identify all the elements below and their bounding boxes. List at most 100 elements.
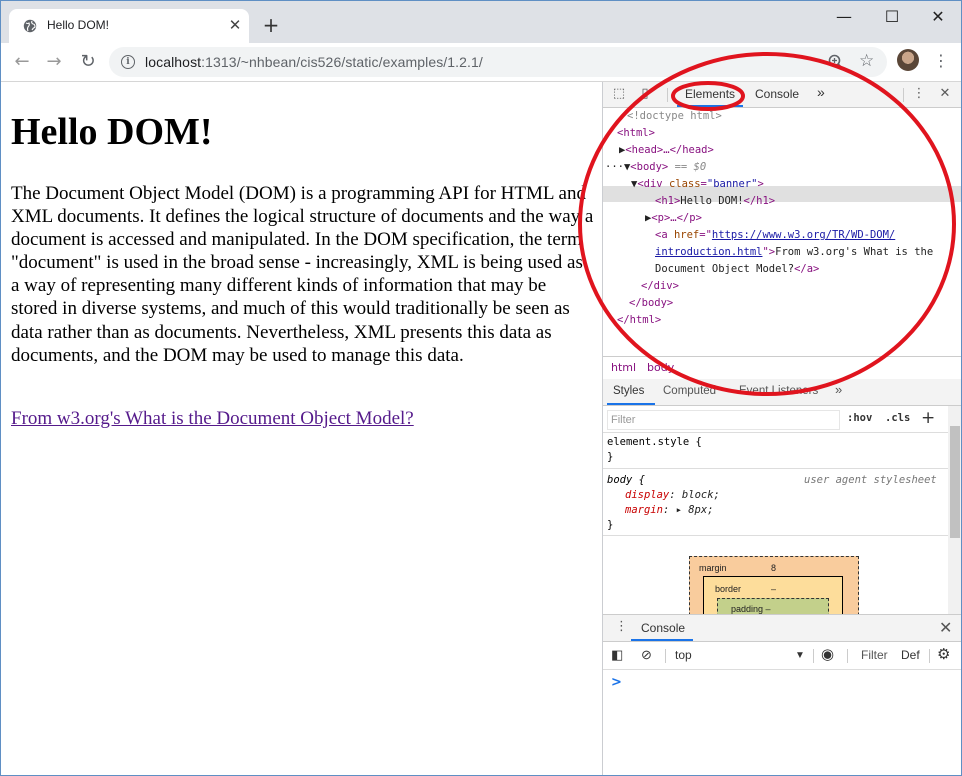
- maximize-icon[interactable]: ☐: [869, 7, 915, 27]
- a-close-tag: </a>: [794, 263, 820, 275]
- tab-close-icon[interactable]: ✕: [227, 17, 243, 33]
- eye-icon[interactable]: ◉: [821, 645, 834, 663]
- styles-filter-input[interactable]: Filter: [607, 410, 840, 430]
- breadcrumb-body[interactable]: body: [647, 361, 674, 374]
- bookmark-star-icon[interactable]: ☆: [859, 51, 874, 71]
- divider: [929, 649, 930, 663]
- title-bar: Hello DOM! ✕ + — ☐ ✕: [1, 1, 961, 43]
- tab-styles[interactable]: Styles: [613, 385, 644, 397]
- close-window-icon[interactable]: ✕: [915, 7, 961, 27]
- ua-stylesheet-label: user agent stylesheet: [804, 474, 937, 486]
- reload-icon[interactable]: ↻: [77, 51, 99, 73]
- body-open-tag: <body>: [630, 161, 669, 173]
- active-drawer-tab-indicator: [631, 639, 693, 641]
- styles-scrollbar-thumb[interactable]: [950, 426, 960, 538]
- url-host: localhost: [145, 54, 202, 70]
- dom-a[interactable]: <a href="https://www.w3.org/TR/WD-DOM/: [655, 227, 895, 244]
- ellipsis-icon[interactable]: ···: [605, 161, 624, 173]
- chevron-down-icon[interactable]: ▼: [795, 650, 805, 661]
- drawer-menu-icon[interactable]: ⋮: [615, 620, 628, 633]
- margin-label: margin: [699, 563, 727, 573]
- clear-console-icon[interactable]: ⊘: [641, 647, 652, 663]
- style-prop-display[interactable]: display: block;: [625, 488, 720, 503]
- tab-computed[interactable]: Computed: [663, 385, 716, 397]
- drawer-close-icon[interactable]: ✕: [939, 618, 952, 637]
- element-style-rule[interactable]: element.style {: [607, 435, 702, 450]
- prop-name: margin: [625, 504, 663, 516]
- dom-head[interactable]: ▶<head>…</head>: [619, 142, 714, 159]
- active-tab-indicator: [677, 105, 743, 107]
- w3-link[interactable]: From w3.org's What is the Document Objec…: [11, 408, 414, 430]
- new-rule-icon[interactable]: +: [921, 408, 935, 428]
- devtools-menu-icon[interactable]: ⋮: [911, 86, 927, 102]
- a-href-link[interactable]: https://www.w3.org/TR/WD-DOM/: [712, 229, 895, 241]
- console-filter-input[interactable]: Filter: [861, 648, 888, 662]
- dom-html[interactable]: <html>: [617, 125, 655, 142]
- globe-icon: [23, 19, 37, 33]
- drawer-tab-console[interactable]: Console: [641, 621, 685, 635]
- margin-value[interactable]: 8: [771, 563, 776, 573]
- forward-arrow-icon[interactable]: →: [43, 51, 65, 73]
- dom-p[interactable]: ▶<p>…</p>: [645, 210, 702, 227]
- url-text[interactable]: localhost:1313/~nhbean/cis526/static/exa…: [145, 54, 483, 70]
- html-close-tag: </html>: [617, 314, 662, 326]
- dom-a-text[interactable]: Document Object Model?</a>: [655, 261, 819, 278]
- tab-event-listeners[interactable]: Event Listeners: [739, 385, 818, 397]
- tab-console[interactable]: Console: [755, 87, 799, 101]
- cls-toggle[interactable]: .cls: [885, 412, 910, 424]
- console-prompt[interactable]: >: [611, 675, 622, 690]
- tab-elements[interactable]: Elements: [685, 87, 735, 101]
- avatar[interactable]: [897, 49, 919, 71]
- console-drawer: ⋮ Console ✕ ◧ ⊘ top ▼ ◉ Filter Def ⚙ >: [603, 614, 961, 775]
- prop-value: 8px;: [688, 504, 714, 516]
- dom-body[interactable]: ···▼<body> == $0: [605, 159, 706, 176]
- devtools-panel: ⬚ ▯ Elements Console » ⋮ ✕ <!doctype htm…: [602, 82, 961, 775]
- minimize-icon[interactable]: —: [821, 7, 867, 27]
- border-label: border: [715, 584, 742, 594]
- back-arrow-icon[interactable]: ←: [11, 51, 33, 73]
- div-close-tag: </div>: [641, 280, 679, 292]
- prop-name: display: [625, 489, 670, 501]
- dom-tree: <!doctype html> <html> ▶<head>…</head> ·…: [603, 108, 961, 356]
- p-tag: <p>…</p>: [651, 212, 702, 224]
- browser-tab[interactable]: Hello DOM! ✕: [9, 9, 249, 43]
- head-tag: <head>…</head>: [625, 144, 714, 156]
- dom-a-cont[interactable]: introduction.html">From w3.org's What is…: [655, 244, 933, 261]
- divider: [603, 535, 948, 536]
- dom-doctype[interactable]: <!doctype html>: [627, 108, 722, 125]
- h1-open-tag: <h1>: [655, 195, 681, 207]
- dom-html-close[interactable]: </html>: [617, 312, 661, 329]
- log-levels-select[interactable]: Def: [901, 648, 920, 662]
- active-subtab-indicator: [607, 403, 655, 405]
- more-tabs-icon[interactable]: »: [817, 84, 825, 100]
- inspect-element-icon[interactable]: ⬚: [611, 86, 627, 102]
- context-select[interactable]: top: [675, 648, 692, 662]
- console-settings-icon[interactable]: ⚙: [937, 645, 950, 663]
- dom-body-close[interactable]: </body>: [629, 295, 673, 312]
- border-value[interactable]: –: [771, 584, 776, 594]
- tab-title: Hello DOM!: [47, 18, 110, 32]
- device-toolbar-icon[interactable]: ▯: [637, 86, 653, 102]
- zoom-icon[interactable]: [827, 53, 845, 71]
- dom-h1[interactable]: <h1>Hello DOM!</h1>: [655, 193, 775, 210]
- styles-filter-row: Filter :hov .cls +: [603, 406, 948, 433]
- style-prop-margin[interactable]: margin: ▸ 8px;: [625, 503, 714, 518]
- divider: [665, 649, 666, 663]
- kebab-menu-icon[interactable]: ⋮: [933, 53, 949, 69]
- more-subtabs-icon[interactable]: »: [835, 382, 842, 397]
- breadcrumb: html body: [603, 356, 961, 380]
- a-href-link-cont[interactable]: introduction.html: [655, 246, 762, 258]
- body-rule-selector[interactable]: body {: [607, 473, 645, 488]
- info-icon[interactable]: i: [121, 55, 135, 69]
- doctype-text: <!doctype html>: [627, 110, 722, 122]
- new-tab-icon[interactable]: +: [261, 15, 281, 35]
- divider: [847, 649, 848, 663]
- breadcrumb-html[interactable]: html: [611, 361, 636, 374]
- devtools-close-icon[interactable]: ✕: [937, 86, 953, 102]
- hov-toggle[interactable]: :hov: [847, 412, 872, 424]
- dom-div-close[interactable]: </div>: [641, 278, 679, 295]
- dom-div-banner[interactable]: ▼<div class="banner">: [631, 176, 764, 193]
- box-model-diagram: margin 8 border – padding –: [689, 556, 859, 614]
- address-bar[interactable]: i localhost:1313/~nhbean/cis526/static/e…: [109, 47, 887, 77]
- sidebar-toggle-icon[interactable]: ◧: [611, 647, 623, 663]
